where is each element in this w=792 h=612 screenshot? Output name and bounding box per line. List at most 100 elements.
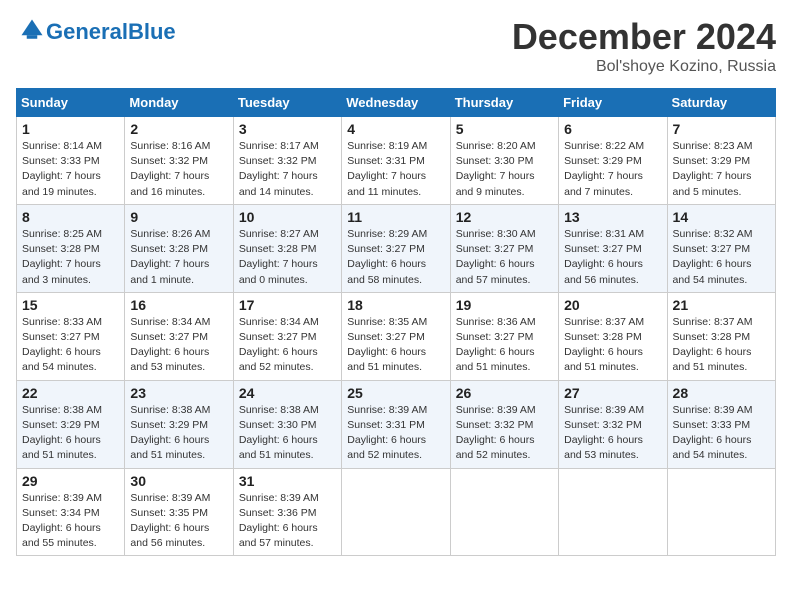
logo: GeneralBlue (16, 16, 176, 49)
calendar-cell: 30 Sunrise: 8:39 AMSunset: 3:35 PMDayligh… (125, 468, 233, 556)
calendar-cell: 27 Sunrise: 8:39 AMSunset: 3:32 PMDayligh… (559, 380, 667, 468)
calendar-cell: 2 Sunrise: 8:16 AMSunset: 3:32 PMDaylight… (125, 117, 233, 205)
day-number: 23 (130, 385, 227, 401)
day-info: Sunrise: 8:39 AMSunset: 3:32 PMDaylight:… (564, 403, 661, 464)
day-info: Sunrise: 8:20 AMSunset: 3:30 PMDaylight:… (456, 139, 553, 200)
header: GeneralBlue December 2024 Bol'shoye Kozi… (16, 16, 776, 76)
calendar-week-row: 29 Sunrise: 8:39 AMSunset: 3:34 PMDayligh… (17, 468, 776, 556)
calendar-cell: 16 Sunrise: 8:34 AMSunset: 3:27 PMDayligh… (125, 292, 233, 380)
calendar-cell: 22 Sunrise: 8:38 AMSunset: 3:29 PMDayligh… (17, 380, 125, 468)
calendar-header-row: SundayMondayTuesdayWednesdayThursdayFrid… (17, 89, 776, 117)
day-number: 5 (456, 121, 553, 137)
day-info: Sunrise: 8:14 AMSunset: 3:33 PMDaylight:… (22, 139, 119, 200)
day-info: Sunrise: 8:38 AMSunset: 3:29 PMDaylight:… (22, 403, 119, 464)
day-info: Sunrise: 8:29 AMSunset: 3:27 PMDaylight:… (347, 227, 444, 288)
day-info: Sunrise: 8:36 AMSunset: 3:27 PMDaylight:… (456, 315, 553, 376)
day-info: Sunrise: 8:39 AMSunset: 3:32 PMDaylight:… (456, 403, 553, 464)
header-day-monday: Monday (125, 89, 233, 117)
header-day-wednesday: Wednesday (342, 89, 450, 117)
day-number: 30 (130, 473, 227, 489)
day-number: 20 (564, 297, 661, 313)
day-number: 19 (456, 297, 553, 313)
calendar-cell: 18Sunrise: 8:35 AMSunset: 3:27 PMDayligh… (342, 292, 450, 380)
day-number: 2 (130, 121, 227, 137)
day-info: Sunrise: 8:39 AMSunset: 3:31 PMDaylight:… (347, 403, 444, 464)
day-info: Sunrise: 8:26 AMSunset: 3:28 PMDaylight:… (130, 227, 227, 288)
day-number: 12 (456, 209, 553, 225)
day-number: 1 (22, 121, 119, 137)
calendar-cell: 24 Sunrise: 8:38 AMSunset: 3:30 PMDayligh… (233, 380, 341, 468)
day-info: Sunrise: 8:39 AMSunset: 3:34 PMDaylight:… (22, 491, 119, 552)
logo-text: GeneralBlue (46, 20, 176, 44)
day-info: Sunrise: 8:31 AMSunset: 3:27 PMDaylight:… (564, 227, 661, 288)
calendar-cell: 29 Sunrise: 8:39 AMSunset: 3:34 PMDayligh… (17, 468, 125, 556)
calendar-cell (667, 468, 775, 556)
calendar-cell: 15 Sunrise: 8:33 AMSunset: 3:27 PMDayligh… (17, 292, 125, 380)
day-info: Sunrise: 8:22 AMSunset: 3:29 PMDaylight:… (564, 139, 661, 200)
day-info: Sunrise: 8:39 AMSunset: 3:35 PMDaylight:… (130, 491, 227, 552)
day-number: 3 (239, 121, 336, 137)
day-number: 25 (347, 385, 444, 401)
calendar-cell: 10Sunrise: 8:27 AMSunset: 3:28 PMDayligh… (233, 204, 341, 292)
location-title: Bol'shoye Kozino, Russia (512, 58, 776, 76)
day-number: 10 (239, 209, 336, 225)
day-number: 6 (564, 121, 661, 137)
day-number: 26 (456, 385, 553, 401)
calendar-cell: 7Sunrise: 8:23 AMSunset: 3:29 PMDaylight… (667, 117, 775, 205)
calendar-week-row: 22 Sunrise: 8:38 AMSunset: 3:29 PMDayligh… (17, 380, 776, 468)
day-number: 27 (564, 385, 661, 401)
calendar-cell: 8Sunrise: 8:25 AMSunset: 3:28 PMDaylight… (17, 204, 125, 292)
calendar-body: 1 Sunrise: 8:14 AMSunset: 3:33 PMDaylight… (17, 117, 776, 556)
day-number: 22 (22, 385, 119, 401)
day-number: 21 (673, 297, 770, 313)
header-day-saturday: Saturday (667, 89, 775, 117)
day-number: 16 (130, 297, 227, 313)
calendar-cell: 5 Sunrise: 8:20 AMSunset: 3:30 PMDaylight… (450, 117, 558, 205)
header-day-tuesday: Tuesday (233, 89, 341, 117)
calendar-cell: 14 Sunrise: 8:32 AMSunset: 3:27 PMDayligh… (667, 204, 775, 292)
calendar-cell: 26 Sunrise: 8:39 AMSunset: 3:32 PMDayligh… (450, 380, 558, 468)
calendar-cell: 12 Sunrise: 8:30 AMSunset: 3:27 PMDayligh… (450, 204, 558, 292)
day-info: Sunrise: 8:16 AMSunset: 3:32 PMDaylight:… (130, 139, 227, 200)
calendar-cell: 11Sunrise: 8:29 AMSunset: 3:27 PMDayligh… (342, 204, 450, 292)
calendar-cell (450, 468, 558, 556)
day-info: Sunrise: 8:30 AMSunset: 3:27 PMDaylight:… (456, 227, 553, 288)
calendar-cell: 31Sunrise: 8:39 AMSunset: 3:36 PMDayligh… (233, 468, 341, 556)
calendar-cell: 4 Sunrise: 8:19 AMSunset: 3:31 PMDaylight… (342, 117, 450, 205)
calendar-cell: 19 Sunrise: 8:36 AMSunset: 3:27 PMDayligh… (450, 292, 558, 380)
day-info: Sunrise: 8:33 AMSunset: 3:27 PMDaylight:… (22, 315, 119, 376)
calendar-cell: 23Sunrise: 8:38 AMSunset: 3:29 PMDayligh… (125, 380, 233, 468)
calendar-cell (559, 468, 667, 556)
logo-icon (18, 16, 46, 44)
calendar-week-row: 15 Sunrise: 8:33 AMSunset: 3:27 PMDayligh… (17, 292, 776, 380)
day-number: 24 (239, 385, 336, 401)
calendar-cell: 9 Sunrise: 8:26 AMSunset: 3:28 PMDaylight… (125, 204, 233, 292)
day-info: Sunrise: 8:17 AMSunset: 3:32 PMDaylight:… (239, 139, 336, 200)
day-info: Sunrise: 8:39 AMSunset: 3:36 PMDaylight:… (239, 491, 336, 552)
calendar-table: SundayMondayTuesdayWednesdayThursdayFrid… (16, 88, 776, 556)
day-number: 4 (347, 121, 444, 137)
month-title: December 2024 (512, 16, 776, 58)
day-number: 15 (22, 297, 119, 313)
day-number: 14 (673, 209, 770, 225)
day-number: 8 (22, 209, 119, 225)
calendar-cell: 13Sunrise: 8:31 AMSunset: 3:27 PMDayligh… (559, 204, 667, 292)
calendar-cell: 25 Sunrise: 8:39 AMSunset: 3:31 PMDayligh… (342, 380, 450, 468)
day-info: Sunrise: 8:34 AMSunset: 3:27 PMDaylight:… (130, 315, 227, 376)
day-info: Sunrise: 8:38 AMSunset: 3:30 PMDaylight:… (239, 403, 336, 464)
day-info: Sunrise: 8:37 AMSunset: 3:28 PMDaylight:… (564, 315, 661, 376)
day-info: Sunrise: 8:19 AMSunset: 3:31 PMDaylight:… (347, 139, 444, 200)
day-info: Sunrise: 8:37 AMSunset: 3:28 PMDaylight:… (673, 315, 770, 376)
day-info: Sunrise: 8:39 AMSunset: 3:33 PMDaylight:… (673, 403, 770, 464)
calendar-cell: 6 Sunrise: 8:22 AMSunset: 3:29 PMDaylight… (559, 117, 667, 205)
day-number: 29 (22, 473, 119, 489)
title-area: December 2024 Bol'shoye Kozino, Russia (512, 16, 776, 76)
day-number: 17 (239, 297, 336, 313)
day-number: 7 (673, 121, 770, 137)
calendar-cell: 28Sunrise: 8:39 AMSunset: 3:33 PMDayligh… (667, 380, 775, 468)
calendar-cell (342, 468, 450, 556)
day-info: Sunrise: 8:32 AMSunset: 3:27 PMDaylight:… (673, 227, 770, 288)
day-number: 9 (130, 209, 227, 225)
day-info: Sunrise: 8:34 AMSunset: 3:27 PMDaylight:… (239, 315, 336, 376)
calendar-cell: 17 Sunrise: 8:34 AMSunset: 3:27 PMDayligh… (233, 292, 341, 380)
